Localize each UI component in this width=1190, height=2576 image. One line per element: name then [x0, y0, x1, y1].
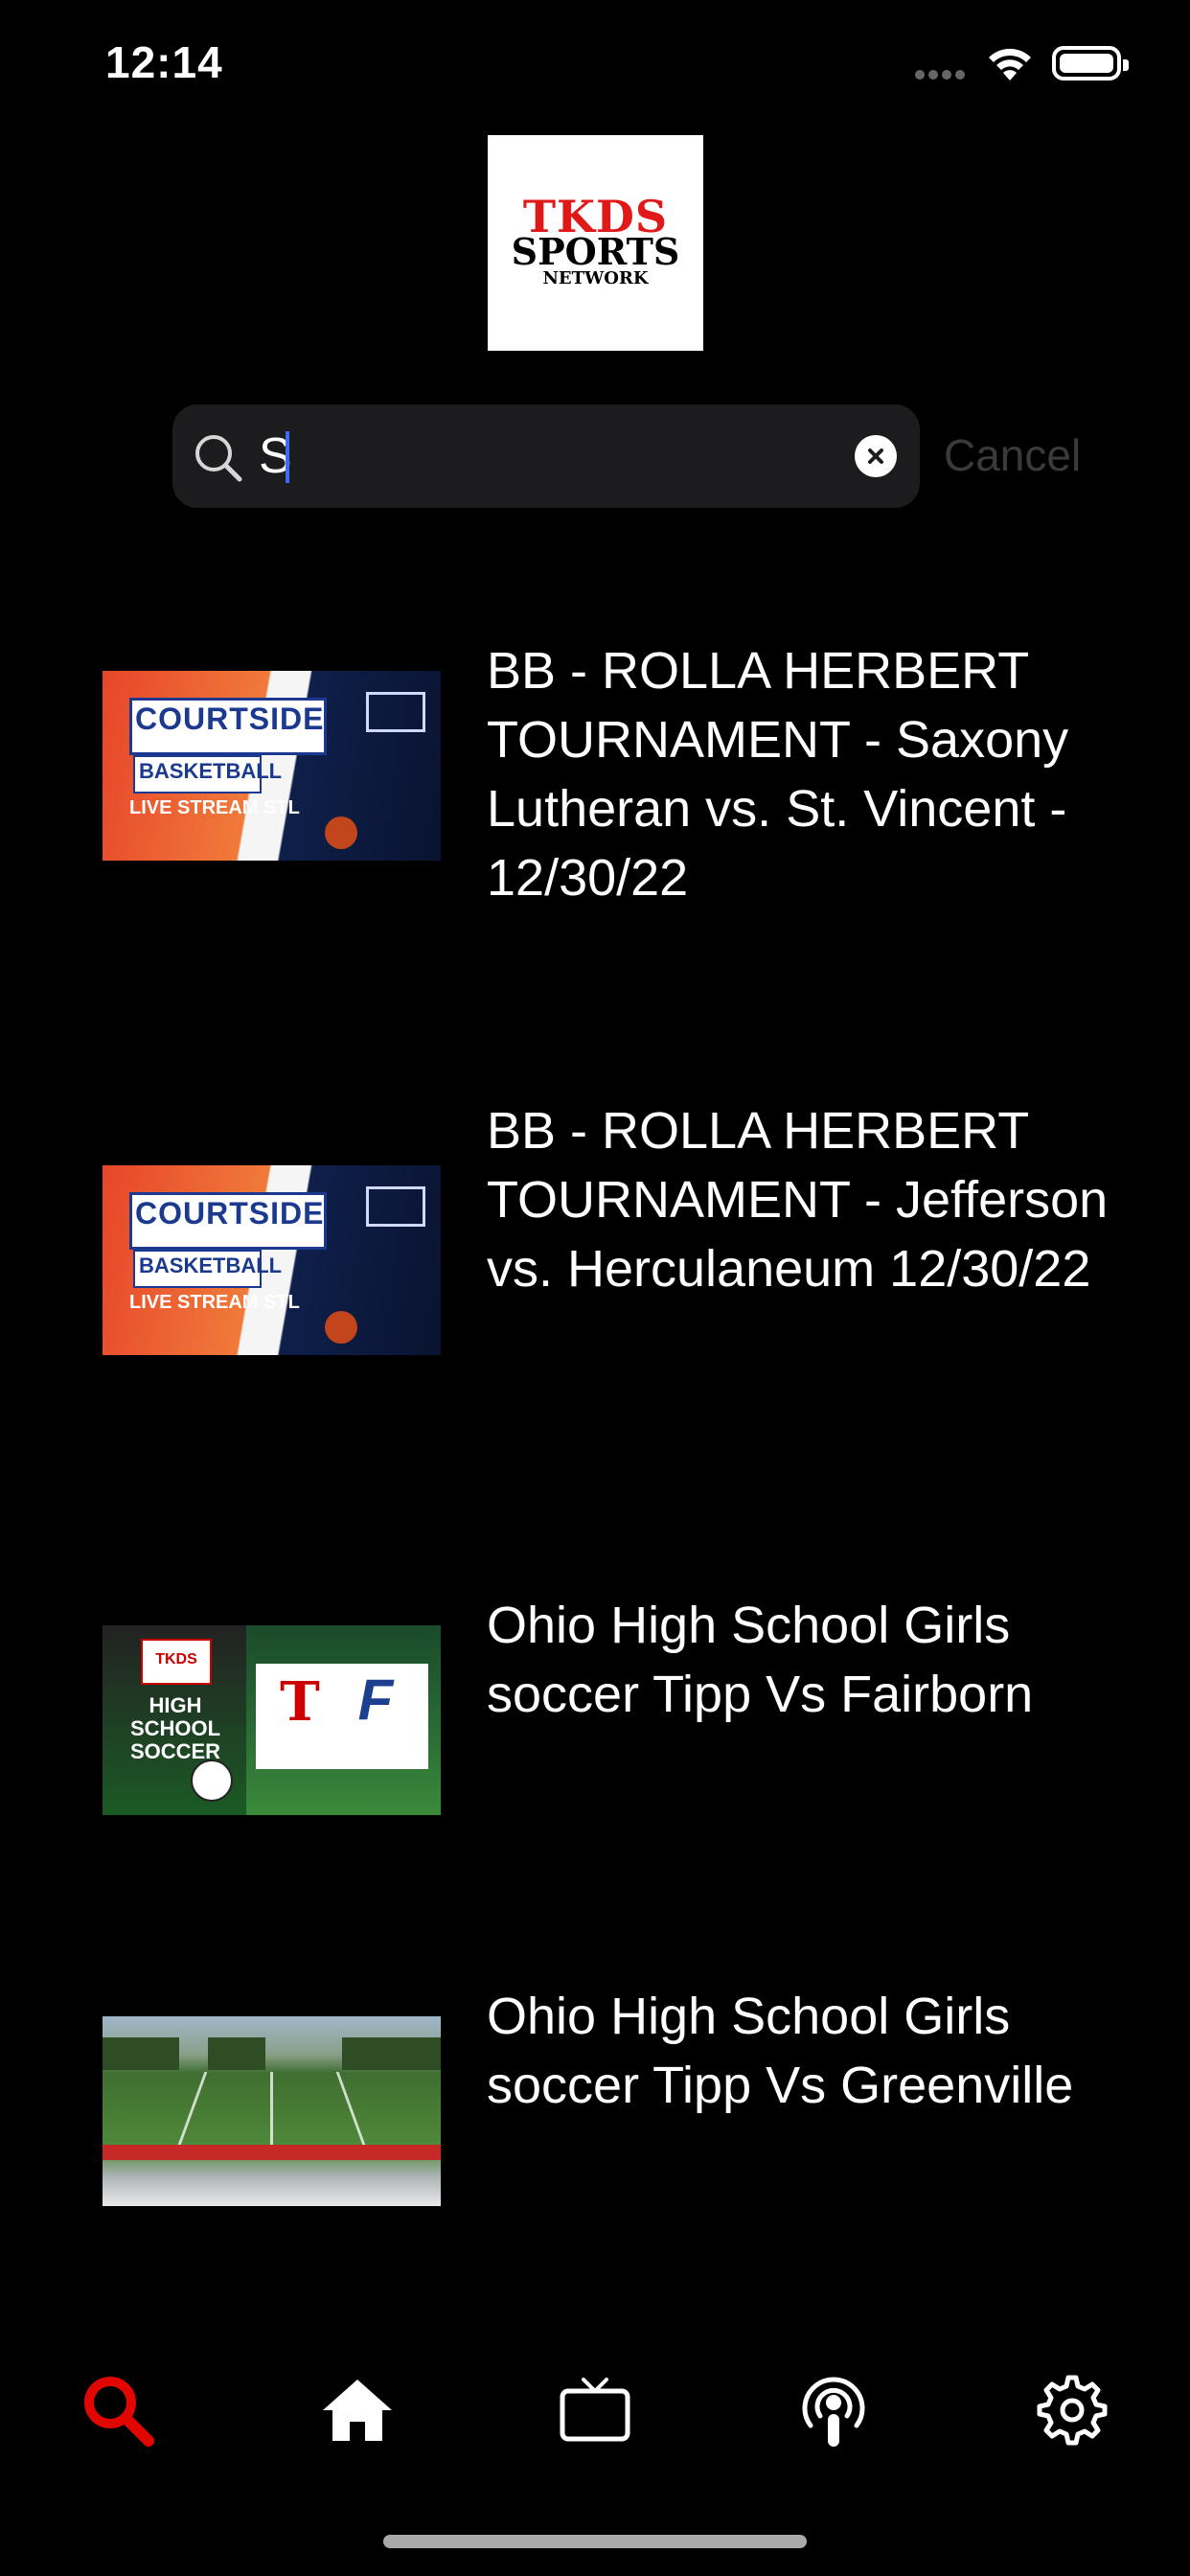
basketball-hoop-icon — [366, 1186, 425, 1227]
signal-icon — [915, 67, 969, 84]
search-icon — [195, 435, 242, 482]
thumbnail-text: LIVE STREAM STL — [129, 797, 300, 818]
status-bar: 12:14 — [0, 0, 1190, 125]
thumbnail-text: HIGH SCHOOL SOCCER — [129, 1693, 221, 1763]
tab-home[interactable] — [314, 2367, 400, 2453]
tab-bar — [0, 2300, 1190, 2511]
video-title: Ohio High School Girls soccer Tipp Vs Gr… — [487, 1988, 1074, 2114]
close-icon — [868, 448, 883, 464]
search-input[interactable] — [259, 426, 795, 487]
status-time: 12:14 — [105, 37, 223, 87]
tab-podcasts[interactable] — [790, 2367, 877, 2453]
podcast-icon — [802, 2377, 865, 2447]
thumbnail-text: BASKETBALL — [139, 759, 283, 783]
video-thumbnail[interactable]: TKDS HIGH SCHOOL SOCCER T F — [103, 1625, 441, 1815]
thumbnail-text: LIVE STREAM STL — [129, 1292, 300, 1313]
clear-search-button[interactable] — [855, 435, 897, 477]
video-title: BB - ROLLA HERBERT TOURNAMENT - Jefferso… — [487, 1102, 1109, 1298]
video-title: BB - ROLLA HERBERT TOURNAMENT - Saxony L… — [487, 642, 1069, 907]
thumbnail-text: BASKETBALL — [139, 1254, 283, 1277]
tab-search[interactable] — [75, 2367, 161, 2453]
logo-text-tkds: TKDS — [522, 190, 669, 242]
tv-icon — [560, 2378, 630, 2442]
search-bar[interactable] — [172, 404, 920, 508]
thumbnail-text: TKDS — [141, 1639, 212, 1685]
video-thumbnail[interactable] — [103, 2016, 441, 2206]
wifi-icon — [989, 48, 1031, 80]
video-thumbnail[interactable]: COURTSIDE BASKETBALL LIVE STREAM STL — [103, 1165, 441, 1355]
home-indicator — [383, 2535, 807, 2548]
home-icon — [323, 2380, 392, 2441]
thumbnail-text: COURTSIDE — [135, 702, 325, 736]
basketball-hoop-icon — [366, 692, 425, 732]
logo-text-sports: SPORTS — [511, 229, 680, 273]
basketball-icon — [325, 1311, 357, 1344]
cancel-button[interactable]: Cancel — [944, 429, 1081, 481]
tab-settings[interactable] — [1029, 2367, 1115, 2453]
video-title: Ohio High School Girls soccer Tipp Vs Fa… — [487, 1597, 1034, 1723]
team-logo-text: F — [357, 1668, 394, 1732]
basketball-icon — [325, 816, 357, 849]
soccer-ball-icon — [191, 1760, 233, 1802]
text-cursor — [286, 431, 289, 483]
gear-icon — [1037, 2375, 1108, 2446]
video-thumbnail[interactable]: COURTSIDE BASKETBALL LIVE STREAM STL — [103, 671, 441, 861]
team-logo-text: T — [280, 1670, 320, 1734]
thumbnail-text: COURTSIDE — [135, 1196, 325, 1230]
tab-tv[interactable] — [552, 2367, 638, 2453]
search-icon — [84, 2377, 154, 2447]
logo-text-network: NETWORK — [542, 267, 649, 288]
battery-icon — [1052, 46, 1129, 80]
tkds-logo: TKDS SPORTS NETWORK — [488, 135, 703, 351]
